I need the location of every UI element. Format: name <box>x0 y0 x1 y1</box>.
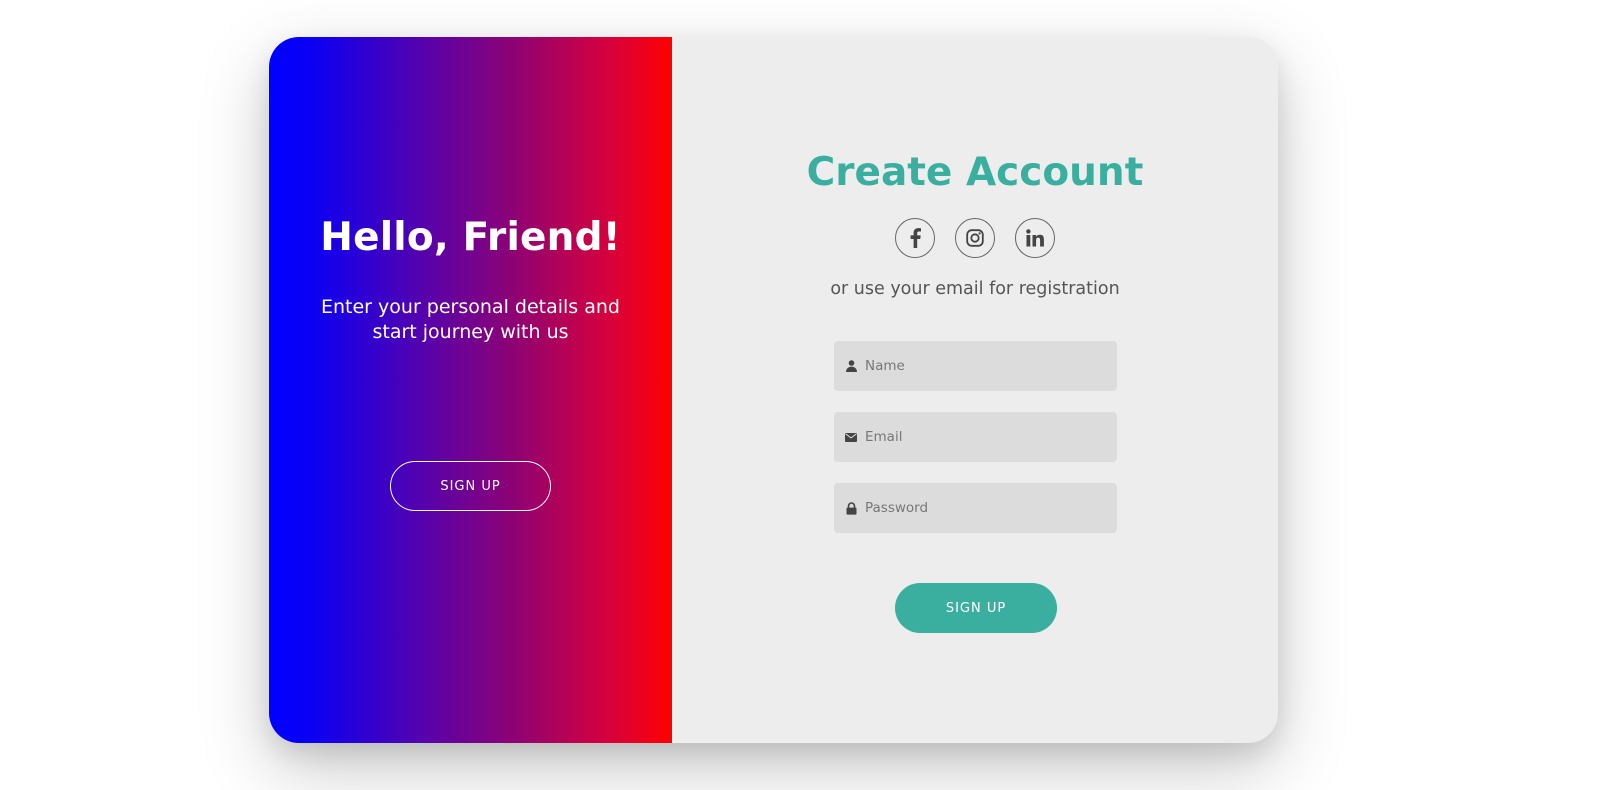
facebook-icon <box>910 228 921 248</box>
email-input[interactable] <box>864 412 1117 462</box>
create-account-panel: Create Account or use your email for reg… <box>672 37 1278 743</box>
page-title: Create Account <box>806 150 1144 195</box>
name-input[interactable] <box>864 341 1117 391</box>
instagram-button[interactable] <box>955 218 995 258</box>
envelope-icon <box>834 432 864 442</box>
facebook-button[interactable] <box>895 218 935 258</box>
email-field <box>834 412 1117 462</box>
linkedin-button[interactable] <box>1015 218 1055 258</box>
social-links <box>672 218 1278 258</box>
linkedin-icon <box>1026 229 1044 247</box>
user-icon <box>834 360 864 372</box>
name-field <box>834 341 1117 391</box>
password-field <box>834 483 1117 533</box>
welcome-heading: Hello, Friend! <box>320 215 621 260</box>
password-input[interactable] <box>864 483 1117 533</box>
sign-up-button[interactable]: SIGN UP <box>895 583 1057 633</box>
welcome-panel: Hello, Friend! Enter your personal detai… <box>269 37 672 743</box>
welcome-subtext: Enter your personal details and start jo… <box>321 296 620 343</box>
registration-hint: or use your email for registration <box>830 279 1120 299</box>
lock-icon <box>834 501 864 515</box>
instagram-icon <box>966 229 984 247</box>
signup-card: Hello, Friend! Enter your personal detai… <box>269 37 1278 743</box>
panel-sign-up-button[interactable]: SIGN UP <box>390 461 551 511</box>
